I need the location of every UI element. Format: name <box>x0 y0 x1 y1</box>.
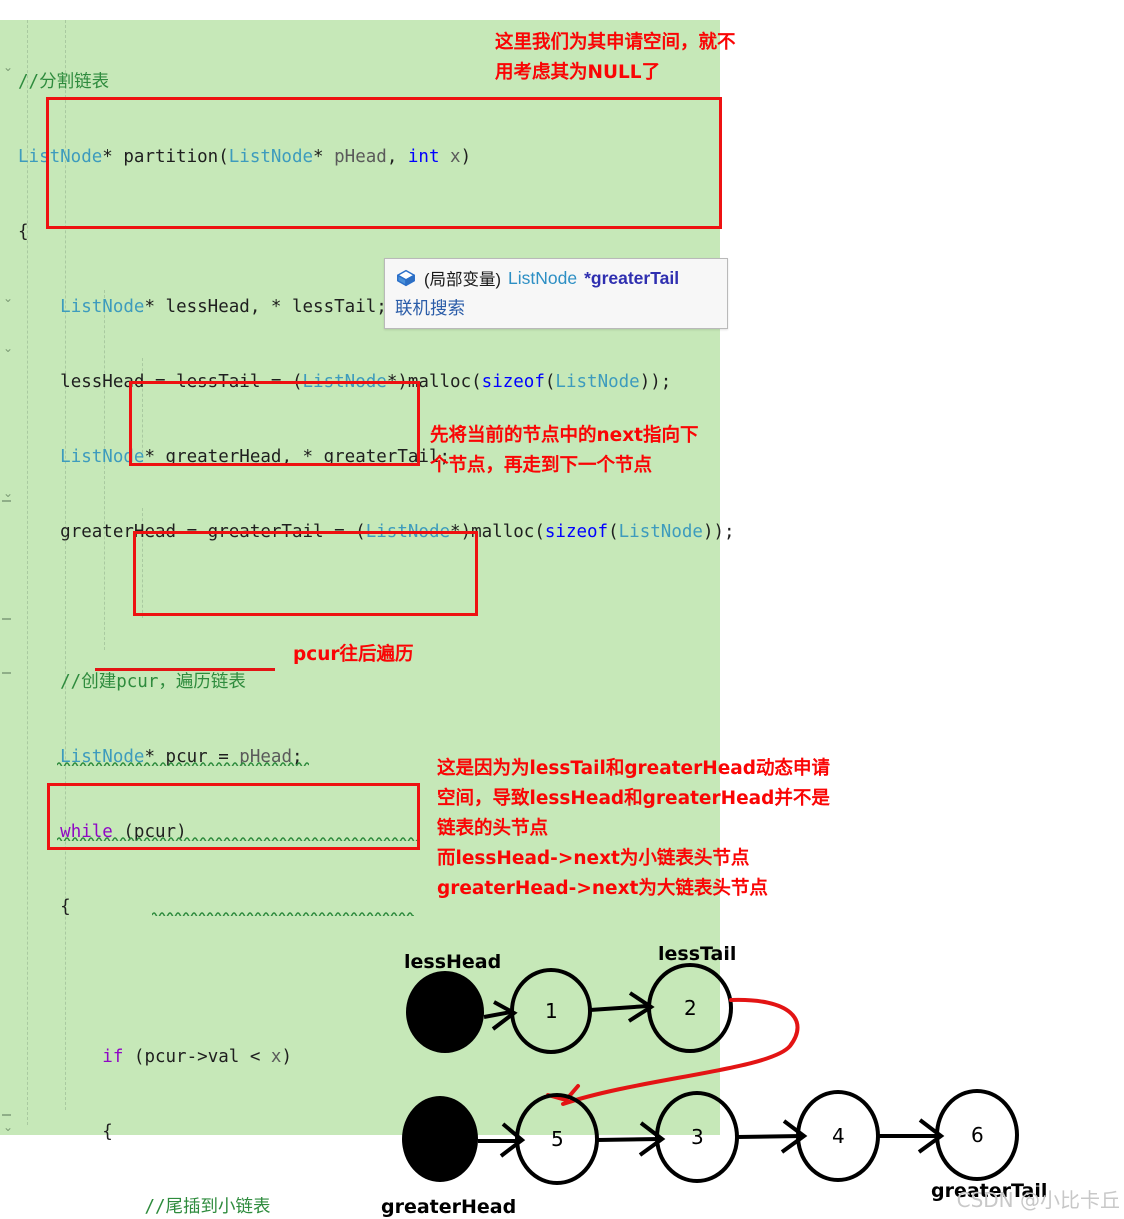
node-value-2: 2 <box>684 996 697 1020</box>
node-value-6: 6 <box>971 1123 984 1147</box>
node-value-1: 1 <box>545 999 558 1023</box>
error-squiggle <box>152 911 414 916</box>
highlight-box-less-insert <box>129 381 420 466</box>
highlight-box-greater-insert <box>133 531 478 616</box>
annotation-pcur-note: pcur往后遍历 <box>293 644 414 665</box>
label-less-head: lessHead <box>404 951 502 973</box>
annotation-malloc-note: 这里我们为其申请空间，就不 用考虑其为NULL了 <box>495 32 736 83</box>
code-line: //尾插到小链表 <box>144 1197 271 1217</box>
local-variable-box-icon <box>395 267 417 289</box>
code-line: { <box>18 1122 113 1142</box>
tooltip-variable-name: *greaterTail <box>584 267 680 288</box>
tooltip-scope-label: (局部变量) <box>424 271 501 289</box>
tooltip-online-search-link[interactable]: 联机搜索 <box>395 295 717 320</box>
node-value-5: 5 <box>551 1127 564 1151</box>
highlight-box-connect <box>47 783 420 850</box>
label-less-tail: lessTail <box>658 943 737 965</box>
pcur-underline <box>95 668 275 671</box>
error-squiggle <box>57 761 309 766</box>
node-value-4: 4 <box>832 1124 845 1148</box>
tooltip-type-name: ListNode <box>508 267 578 288</box>
arrowhead-6 <box>917 1118 945 1154</box>
code-line: //创建pcur，遍历链表 <box>18 672 246 692</box>
label-greater-head: greaterHead <box>381 1196 517 1218</box>
watermark: CSDN @小比卡丘 <box>956 1188 1120 1212</box>
tooltip-signature-row: (局部变量) ListNode *greaterTail <box>395 266 717 290</box>
annotation-less-insert-note: 先将当前的节点中的next指向下 个节点，再走到下一个节点 <box>430 425 699 476</box>
screenshot-root: ⌄ ⌄ ⌄ ⌄ ⌄ //分割链表 ListNode* partition(Lis… <box>0 0 1124 1219</box>
code-line: if (pcur->val < x) <box>102 1047 292 1067</box>
annotation-head-note: 这是因为为lessTail和greaterHead动态申请 空间，导致lessH… <box>437 758 830 899</box>
arrow-3-to-4 <box>736 1134 803 1139</box>
intellisense-tooltip[interactable]: (局部变量) ListNode *greaterTail 联机搜索 <box>384 258 728 329</box>
highlight-box-malloc <box>46 97 722 229</box>
node-value-3: 3 <box>691 1125 704 1149</box>
arrowhead-5 <box>780 1119 808 1154</box>
